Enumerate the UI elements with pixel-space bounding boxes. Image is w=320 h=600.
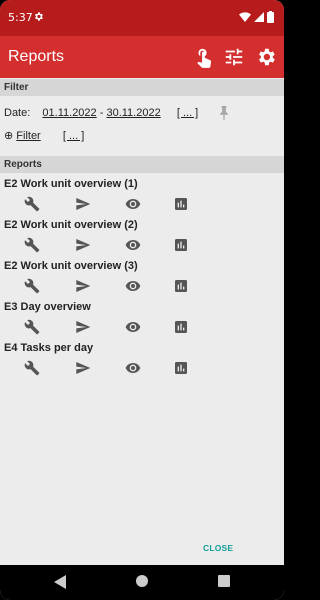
add-filter-icon: ⊕ xyxy=(4,130,14,142)
bar-chart-icon[interactable] xyxy=(173,319,189,335)
eye-icon[interactable] xyxy=(125,319,141,335)
battery-icon xyxy=(267,11,274,23)
eye-icon[interactable] xyxy=(125,196,141,212)
pin-icon[interactable] xyxy=(218,106,230,120)
date-label: Date: xyxy=(4,107,31,119)
settings-notification-icon xyxy=(35,12,43,21)
cell-signal-icon xyxy=(254,12,264,22)
send-icon[interactable] xyxy=(75,278,91,294)
date-to-link[interactable]: 30.11.2022 xyxy=(106,107,160,119)
eye-icon[interactable] xyxy=(125,237,141,253)
touch-icon[interactable] xyxy=(192,46,214,68)
send-icon[interactable] xyxy=(75,360,91,376)
wrench-icon[interactable] xyxy=(24,360,40,376)
filter-more-button[interactable]: [ ... ] xyxy=(63,130,84,142)
reports-section-heading: Reports xyxy=(0,156,284,173)
date-separator: - xyxy=(99,107,104,119)
filter-row: ⊕ Filter [ ... ] xyxy=(4,129,84,142)
recents-icon[interactable] xyxy=(218,575,230,587)
report-title: E2 Work unit overview (2) xyxy=(4,219,138,231)
report-title: E4 Tasks per day xyxy=(4,342,94,354)
eye-icon[interactable] xyxy=(125,278,141,294)
bar-chart-icon[interactable] xyxy=(173,278,189,294)
wrench-icon[interactable] xyxy=(24,237,40,253)
wrench-icon[interactable] xyxy=(24,319,40,335)
phone-screen: 5:37 Reports Filter Date: 01.11.2022 - 3… xyxy=(0,0,284,600)
bar-chart-icon[interactable] xyxy=(173,360,189,376)
wrench-icon[interactable] xyxy=(24,278,40,294)
bar-chart-icon[interactable] xyxy=(173,237,189,253)
eye-icon[interactable] xyxy=(125,360,141,376)
wifi-icon xyxy=(239,12,251,22)
date-from-link[interactable]: 01.11.2022 xyxy=(42,107,96,119)
home-icon[interactable] xyxy=(136,575,148,587)
report-title: E3 Day overview xyxy=(4,301,91,313)
date-filter-row: Date: 01.11.2022 - 30.11.2022 [ ... ] xyxy=(4,107,198,119)
back-icon[interactable] xyxy=(54,575,66,589)
filter-link[interactable]: Filter xyxy=(16,130,40,142)
settings-icon[interactable] xyxy=(255,46,277,68)
filter-section-heading: Filter xyxy=(0,79,284,96)
send-icon[interactable] xyxy=(75,196,91,212)
close-button[interactable]: CLOSE xyxy=(203,543,233,553)
report-title: E2 Work unit overview (3) xyxy=(4,260,138,272)
navigation-bar xyxy=(0,565,284,600)
tune-icon[interactable] xyxy=(223,46,245,68)
wrench-icon[interactable] xyxy=(24,196,40,212)
send-icon[interactable] xyxy=(75,237,91,253)
page-title: Reports xyxy=(8,48,65,65)
status-indicators xyxy=(239,11,274,23)
status-time: 5:37 xyxy=(8,11,33,24)
send-icon[interactable] xyxy=(75,319,91,335)
app-bar: Reports xyxy=(0,36,284,78)
bar-chart-icon[interactable] xyxy=(173,196,189,212)
date-more-button[interactable]: [ ... ] xyxy=(177,107,198,119)
report-title: E2 Work unit overview (1) xyxy=(4,178,138,190)
status-bar: 5:37 xyxy=(0,0,284,36)
